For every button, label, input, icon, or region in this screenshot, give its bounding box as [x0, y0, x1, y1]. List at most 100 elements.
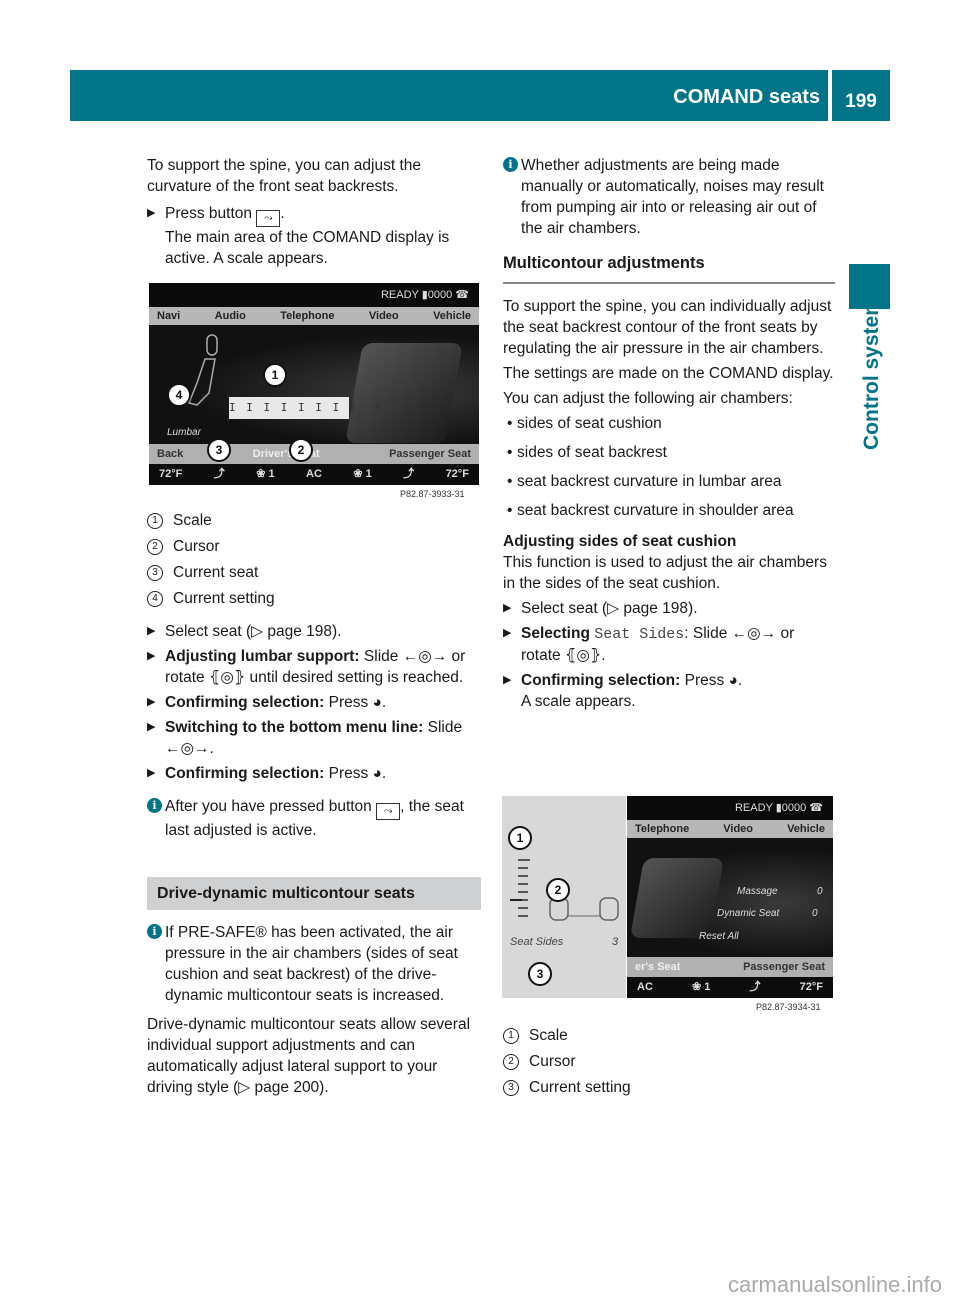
- info-icon: i: [503, 157, 518, 172]
- status-bar: READY ▮0000 ☎: [627, 796, 833, 820]
- step-item: Select seat (▷ page 198).: [147, 621, 481, 642]
- main-menu: Navi Audio Telephone Video Vehicle: [149, 307, 479, 325]
- fan-right[interactable]: ❀ 1: [692, 977, 710, 998]
- step-item: Selecting Seat Sides: Slide ←◎→ or rotat…: [503, 623, 835, 666]
- legend-item: 2 Cursor: [503, 1051, 835, 1072]
- paragraph: You can adjust the following air chamber…: [503, 390, 793, 407]
- paragraph: Drive-dynamic multicontour seats allow s…: [147, 1016, 471, 1096]
- seat-image: [629, 858, 725, 938]
- bullet-item: seat backrest curvature in shoulder area: [503, 500, 835, 521]
- menu-video[interactable]: Video: [723, 820, 753, 838]
- step-item: Confirming selection: Press ◕.A scale ap…: [503, 670, 835, 712]
- climate-bar: 72°F ⤴ ❀ 1 AC ❀ 1 ⤴ 72°F: [149, 464, 479, 485]
- comand-display-lumbar: READY ▮0000 ☎ Navi Audio Telephone Video…: [149, 283, 479, 485]
- option-dynamic-seat[interactable]: Dynamic Seat: [717, 908, 779, 919]
- option-massage-value: 0: [817, 886, 823, 897]
- left-column-2: 1 Scale 2 Cursor 3 Current seat 4 Current se…: [147, 510, 481, 1098]
- subheading: Adjusting sides of seat cushion: [503, 533, 737, 550]
- menu-navi[interactable]: Navi: [157, 307, 180, 325]
- bottom-menu: er's Seat Passenger Seat: [627, 957, 833, 977]
- legend-item: 3 Current setting: [503, 1077, 835, 1098]
- watermark[interactable]: carmanualsonline.info: [728, 1272, 942, 1298]
- legend-item: 1 Scale: [503, 1025, 835, 1046]
- comand-display-seat-sides: Seat Sides 3 READY ▮0000 ☎ Telephone Vid…: [502, 796, 833, 998]
- temp-right[interactable]: 72°F: [446, 464, 469, 485]
- option-massage[interactable]: Massage: [737, 886, 778, 897]
- lumbar-scale[interactable]: I I I I I I I I R: [229, 397, 382, 419]
- temp-right[interactable]: 72°F: [800, 977, 823, 998]
- seat-button-icon: ⤳: [376, 803, 401, 820]
- callout-3: 3: [207, 438, 231, 462]
- option-reset-all[interactable]: Reset All: [699, 931, 739, 942]
- main-menu: Telephone Video Vehicle: [627, 820, 833, 838]
- seat-heat-left-icon[interactable]: ⤴: [214, 464, 225, 485]
- menu-vehicle[interactable]: Vehicle: [787, 820, 825, 838]
- callout-4: 4: [167, 383, 191, 407]
- side-tab-label: Control systems: [860, 285, 883, 450]
- display-main-area: I I I I I I I I R Lumbar: [149, 325, 479, 444]
- passenger-seat-button[interactable]: Passenger Seat: [743, 957, 825, 977]
- step-item: Confirming selection: Press ◕.: [147, 763, 481, 784]
- callout-1: 1: [508, 826, 532, 850]
- legend-item: 2 Cursor: [147, 536, 481, 557]
- info-note: i After you have pressed button ⤳, the s…: [147, 796, 481, 841]
- setting-label: Seat Sides: [510, 936, 564, 948]
- display-right: READY ▮0000 ☎ Telephone Video Vehicle Ma…: [627, 796, 833, 998]
- callout-1: 1: [263, 363, 287, 387]
- display-main-area: Massage 0 Dynamic Seat 0 Reset All: [627, 838, 833, 957]
- option-dynamic-seat-value: 0: [812, 908, 818, 919]
- step-item: Confirming selection: Press ◕.: [147, 692, 481, 713]
- menu-vehicle[interactable]: Vehicle: [433, 307, 471, 325]
- bullet-item: seat backrest curvature in lumbar area: [503, 471, 835, 492]
- legend-item: 4 Current setting: [147, 588, 481, 609]
- step-press-button: Press button ⤳. The main area of the COM…: [147, 203, 481, 269]
- bottom-menu: Back Driver's Seat Passenger Seat: [149, 444, 479, 464]
- section-heading: Drive-dynamic multicontour seats: [147, 877, 481, 910]
- temp-left[interactable]: 72°F: [159, 464, 182, 485]
- setting-label: Lumbar: [167, 427, 201, 438]
- bullet-item: sides of seat backrest: [503, 442, 835, 463]
- callout-3: 3: [528, 962, 552, 986]
- fan-right[interactable]: ❀ 1: [353, 464, 371, 485]
- bullet-item: sides of seat cushion: [503, 413, 835, 434]
- step-item: Switching to the bottom menu line: Slide…: [147, 717, 481, 759]
- passenger-seat-button[interactable]: Passenger Seat: [389, 444, 471, 464]
- figure2-ref: P82.87-3934-31: [756, 1002, 821, 1012]
- menu-telephone[interactable]: Telephone: [635, 820, 689, 838]
- callout-2: 2: [546, 878, 570, 902]
- ac-button[interactable]: AC: [637, 977, 653, 998]
- drivers-seat-button[interactable]: er's Seat: [635, 957, 680, 977]
- heading-multicontour: Multicontour adjustments: [503, 253, 835, 284]
- menu-telephone[interactable]: Telephone: [280, 307, 334, 325]
- climate-bar: AC ❀ 1 ⤴ 72°F: [627, 977, 833, 998]
- section-title: COMAND seats: [673, 86, 820, 108]
- seat-heat-right-icon[interactable]: ⤴: [750, 977, 761, 998]
- side-tab: Control systems: [850, 285, 890, 470]
- status-bar: READY ▮0000 ☎: [149, 283, 479, 307]
- paragraph: To support the spine, you can individual…: [503, 298, 832, 357]
- step-item: Select seat (▷ page 198).: [503, 598, 835, 619]
- paragraph: The settings are made on the COMAND disp…: [503, 365, 834, 382]
- menu-video[interactable]: Video: [369, 307, 399, 325]
- fan-left[interactable]: ❀ 1: [256, 464, 274, 485]
- info-icon: i: [147, 798, 162, 813]
- right-legend: 1 Scale 2 Cursor 3 Current setting: [503, 1025, 835, 1103]
- seat-button-icon: ⤳: [256, 210, 281, 227]
- step-result: The main area of the COMAND display is a…: [165, 229, 450, 267]
- seat-image: [345, 343, 463, 443]
- figure1-ref: P82.87-3933-31: [400, 489, 465, 499]
- menu-audio[interactable]: Audio: [215, 307, 246, 325]
- legend-item: 1 Scale: [147, 510, 481, 531]
- ac-button[interactable]: AC: [306, 464, 322, 485]
- info-icon: i: [147, 924, 162, 939]
- intro-paragraph: To support the spine, you can adjust the…: [147, 157, 422, 195]
- info-note: i Whether adjustments are being made man…: [503, 155, 835, 239]
- left-column: To support the spine, you can adjust the…: [147, 155, 481, 269]
- setting-value: 3: [612, 936, 619, 948]
- back-button[interactable]: Back: [157, 444, 183, 464]
- legend-item: 3 Current seat: [147, 562, 481, 583]
- seat-heat-right-icon[interactable]: ⤴: [403, 464, 414, 485]
- page-number: 199: [832, 70, 890, 121]
- info-note: i If PRE-SAFE® has been activated, the a…: [147, 922, 481, 1006]
- step-item: Adjusting lumbar support: Slide ←◎→ or r…: [147, 646, 481, 688]
